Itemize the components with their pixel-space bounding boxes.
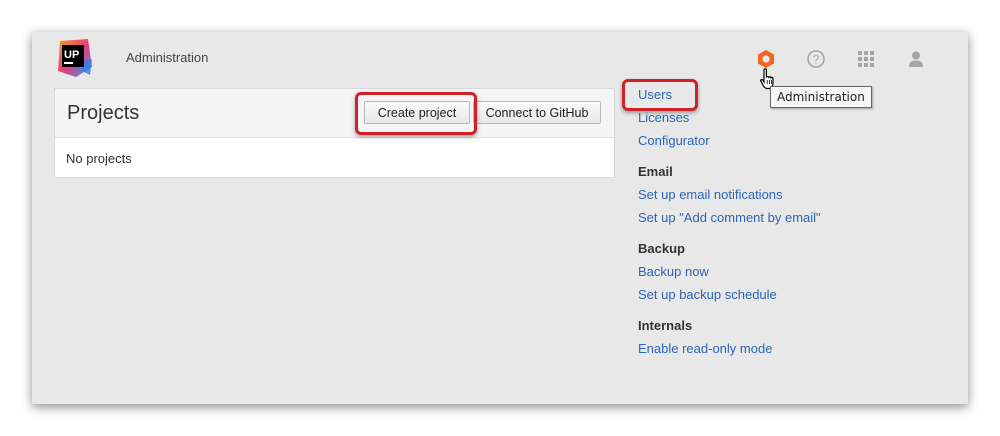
app-window: UP Administration ? Administration Proje… [32,32,968,404]
menu-heading-email: Email [638,164,673,179]
admin-tooltip: Administration [770,86,872,108]
menu-item-users[interactable]: Users [638,87,672,102]
menu-item-backup-now[interactable]: Backup now [638,264,709,279]
projects-panel: Projects Create project Connect to GitHu… [54,88,615,178]
menu-item-licenses[interactable]: Licenses [638,110,689,125]
menu-item-comment-by-email[interactable]: Set up "Add comment by email" [638,210,821,225]
user-icon[interactable] [904,47,928,71]
svg-text:?: ? [813,53,820,67]
app-title: Administration [126,50,209,65]
apps-grid-icon[interactable] [854,47,878,71]
connect-github-button[interactable]: Connect to GitHub [473,101,601,124]
projects-panel-header: Projects Create project Connect to GitHu… [55,89,614,138]
empty-projects-text: No projects [66,151,132,166]
upsource-logo[interactable]: UP [54,37,92,77]
page-title: Projects [67,102,140,124]
menu-item-backup-schedule[interactable]: Set up backup schedule [638,287,777,302]
menu-item-email-notifications[interactable]: Set up email notifications [638,187,783,202]
help-icon[interactable]: ? [804,47,828,71]
menu-heading-backup: Backup [638,241,685,256]
highlight-create-project [355,92,477,135]
menu-item-read-only-mode[interactable]: Enable read-only mode [638,341,772,356]
menu-item-configurator[interactable]: Configurator [638,133,710,148]
menu-heading-internals: Internals [638,318,693,333]
logo-text: UP [64,49,79,61]
